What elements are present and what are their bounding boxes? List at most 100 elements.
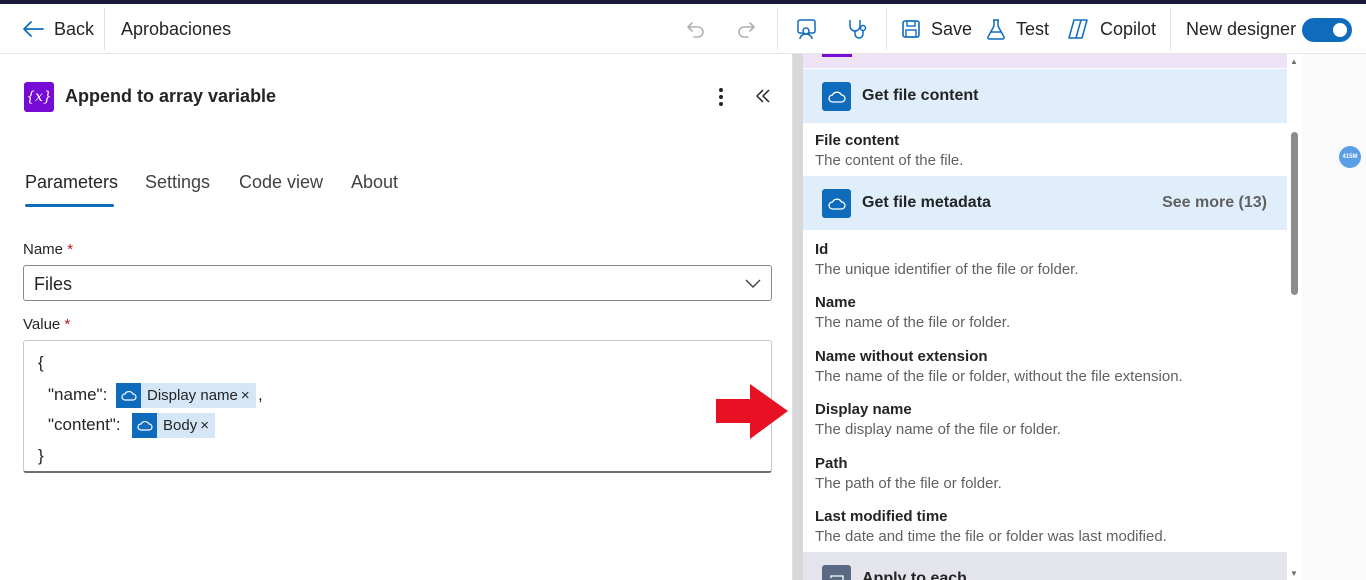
copilot-button[interactable]: Copilot <box>1066 4 1156 54</box>
list-item[interactable]: Path The path of the file or folder. <box>815 455 1275 492</box>
dynamic-content-scrollbar[interactable]: ▲ ▼ <box>1287 54 1302 580</box>
display-name-token[interactable]: Display name × <box>116 383 256 408</box>
name-field-label: Name * <box>23 241 73 258</box>
body-token[interactable]: Body × <box>132 413 215 438</box>
group-name: Get file metadata <box>862 194 991 211</box>
scrollbar-thumb[interactable] <box>1291 132 1298 295</box>
list-item[interactable]: Last modified time The date and time the… <box>815 508 1275 545</box>
redo-button[interactable] <box>736 4 756 54</box>
command-bar: Back Aprobaciones Save Test Copilot New … <box>0 4 1366 54</box>
tab-settings[interactable]: Settings <box>145 172 210 193</box>
red-arrow-icon <box>716 384 788 439</box>
list-item[interactable]: Display name The display name of the fil… <box>815 401 1275 438</box>
canvas-gap <box>793 54 803 580</box>
back-label: Back <box>54 18 95 39</box>
divider <box>1170 8 1171 50</box>
action-details-panel: {x} Append to array variable Parameters … <box>3 54 793 580</box>
body-token-label: Body <box>163 417 198 434</box>
tab-code-view[interactable]: Code view <box>239 172 323 193</box>
save-label: Save <box>931 18 973 39</box>
name-key: "name": <box>48 385 108 404</box>
undo-icon <box>686 19 706 39</box>
remove-token-icon[interactable]: × <box>241 387 250 404</box>
item-description: The name of the file or folder, without … <box>815 368 1183 385</box>
display-name-token-label: Display name <box>147 387 238 404</box>
new-designer-toggle[interactable] <box>1302 18 1352 42</box>
group-get-file-content[interactable]: Get file content <box>803 69 1287 123</box>
close-brace: } <box>38 446 44 465</box>
undo-button[interactable] <box>686 4 706 54</box>
divider <box>777 8 778 50</box>
item-title: Name without extension <box>815 348 988 365</box>
variable-icon: {x} <box>24 82 54 112</box>
onedrive-icon <box>822 189 851 218</box>
divider <box>886 8 887 50</box>
value-editor[interactable]: { "name": Display name × , "content": Bo… <box>23 340 772 473</box>
group-name: Get file content <box>862 87 979 104</box>
chevron-down-icon <box>745 276 761 294</box>
back-arrow-icon <box>22 20 44 38</box>
scroll-down-icon[interactable]: ▼ <box>1290 569 1298 578</box>
item-title: Last modified time <box>815 508 948 525</box>
loop-icon <box>822 565 851 580</box>
remove-token-icon[interactable]: × <box>200 417 209 434</box>
item-title: Name <box>815 294 856 311</box>
item-title: File content <box>815 132 900 149</box>
redo-icon <box>736 19 756 39</box>
dynamic-content-panel: Get file content File content The conten… <box>803 54 1287 580</box>
list-item[interactable]: Name The name of the file or folder. <box>815 294 1275 331</box>
side-badge[interactable]: 415M <box>1339 146 1361 168</box>
value-field-label: Value * <box>23 316 70 333</box>
variables-group-edge <box>803 54 1287 68</box>
collapse-panel-icon[interactable] <box>755 84 771 110</box>
name-dropdown[interactable]: Files <box>23 265 772 301</box>
group-get-file-metadata[interactable]: Get file metadata See more (13) <box>803 176 1287 230</box>
stethoscope-icon <box>845 17 869 41</box>
tab-parameters[interactable]: Parameters <box>25 172 118 193</box>
scroll-up-icon[interactable]: ▲ <box>1290 57 1298 66</box>
list-item[interactable]: Id The unique identifier of the file or … <box>815 241 1275 278</box>
open-brace: { <box>38 353 44 372</box>
person-feedback-icon <box>795 17 819 41</box>
divider <box>104 8 105 50</box>
toggle-knob <box>1333 23 1347 37</box>
name-dropdown-value: Files <box>34 274 73 294</box>
onedrive-icon <box>116 383 141 408</box>
onedrive-icon <box>132 413 157 438</box>
item-description: The date and time the file or folder was… <box>815 528 1167 545</box>
list-item[interactable]: File content The content of the file. <box>815 132 1275 169</box>
group-apply-to-each[interactable]: Apply to each <box>803 552 1287 580</box>
copilot-icon <box>1066 18 1090 40</box>
item-description: The unique identifier of the file or fol… <box>815 261 1079 278</box>
beaker-icon <box>986 18 1006 40</box>
comments-button[interactable] <box>795 4 819 54</box>
action-title[interactable]: Append to array variable <box>65 86 276 107</box>
save-button[interactable]: Save <box>901 4 972 54</box>
tab-about[interactable]: About <box>351 172 398 193</box>
list-item[interactable]: Name without extension The name of the f… <box>815 348 1275 385</box>
onedrive-icon <box>822 82 851 111</box>
test-label: Test <box>1016 18 1050 39</box>
see-more-link[interactable]: See more (13) <box>1162 194 1267 212</box>
canvas-edge <box>1302 54 1366 580</box>
item-description: The name of the file or folder. <box>815 314 1011 331</box>
value-label-text: Value <box>23 316 61 333</box>
item-title: Display name <box>815 401 912 418</box>
more-options-icon[interactable] <box>711 84 731 110</box>
copilot-label: Copilot <box>1100 18 1157 39</box>
active-tab-indicator <box>25 204 114 207</box>
item-title: Id <box>815 241 829 258</box>
item-description: The path of the file or folder. <box>815 475 1002 492</box>
back-button[interactable]: Back <box>22 4 94 54</box>
comma: , <box>258 385 263 404</box>
variable-icon-edge <box>822 54 852 57</box>
group-name: Apply to each <box>862 570 967 580</box>
item-title: Path <box>815 455 848 472</box>
content-key: "content": <box>48 415 121 434</box>
required-mark: * <box>64 316 71 333</box>
item-description: The display name of the file or folder. <box>815 421 1061 438</box>
item-description: The content of the file. <box>815 152 964 169</box>
flow-checker-button[interactable] <box>845 4 869 54</box>
required-mark: * <box>67 241 74 258</box>
test-button[interactable]: Test <box>986 4 1049 54</box>
